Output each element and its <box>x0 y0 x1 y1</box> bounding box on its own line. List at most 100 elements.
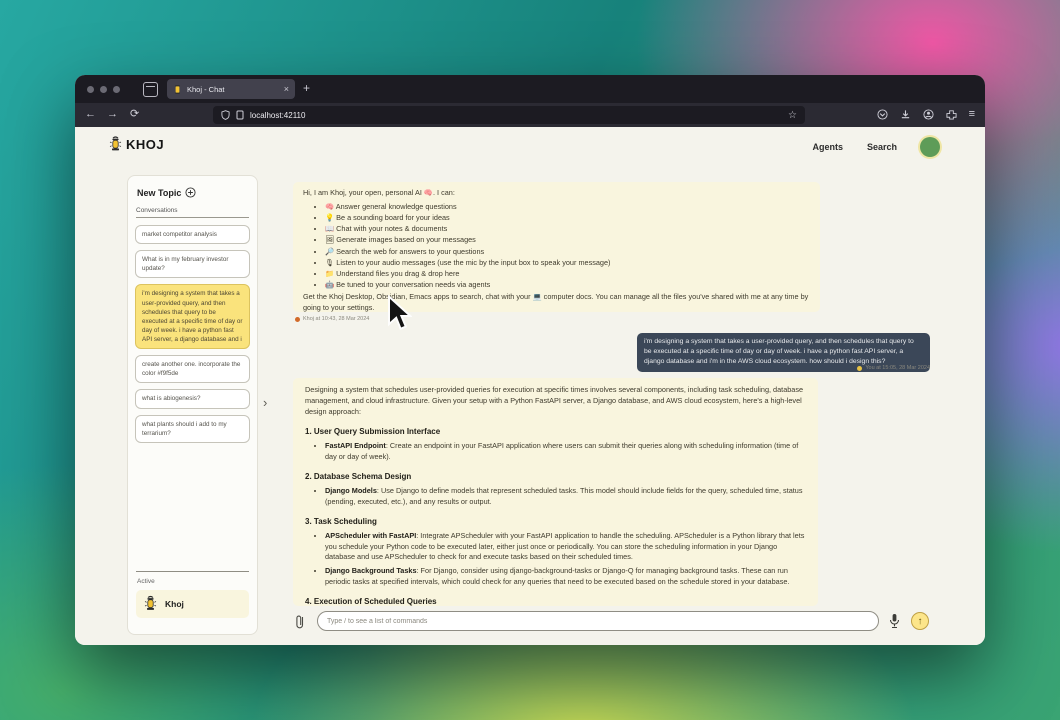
conversation-item[interactable]: what is abiogenesis? <box>135 389 250 408</box>
bullet-emoji-icon: 📖 <box>325 224 336 233</box>
chat-input[interactable] <box>317 611 879 631</box>
sidebar-collapse-chevron-icon[interactable]: › <box>263 395 267 410</box>
back-icon[interactable]: ← <box>85 107 96 122</box>
conversation-list: market competitor analysis What is in my … <box>135 225 250 443</box>
forward-icon[interactable]: → <box>107 107 118 122</box>
sidebar-divider <box>136 571 249 572</box>
welcome-bullet: 📖 Chat with your notes & documents <box>325 223 810 234</box>
khoj-welcome-message: Hi, I am Khoj, your open, personal AI 🧠.… <box>293 182 820 312</box>
conversations-label: Conversations <box>136 207 249 218</box>
response-bullet: APScheduler with FastAPI: Integrate APSc… <box>325 531 806 564</box>
welcome-bullet: 🎙 Listen to your audio messages (use the… <box>325 257 810 268</box>
new-tab-button[interactable]: + <box>303 81 310 95</box>
welcome-bullet-list: 🧠 Answer general knowledge questions💡 Be… <box>303 201 810 290</box>
tab-title: Khoj - Chat <box>187 85 279 94</box>
response-section-heading: 4. Execution of Scheduled Queries <box>305 597 806 606</box>
khoj-app: KHOJ Agents Search New Topic Conversatio… <box>75 127 985 645</box>
welcome-bullet: 💡 Be a sounding board for your ideas <box>325 212 810 223</box>
khoj-response-message: Designing a system that schedules user-p… <box>293 378 818 606</box>
user-sender-icon <box>857 366 862 371</box>
send-arrow-icon: ↑ <box>918 616 923 627</box>
response-bullet: Django Models: Use Django to define mode… <box>325 486 806 508</box>
pocket-icon[interactable] <box>877 109 888 120</box>
bullet-lead: Django Models <box>325 486 377 495</box>
bullet-text: Understand files you drag & drop here <box>336 269 459 278</box>
bullet-emoji-icon: 🧠 <box>325 202 336 211</box>
page-info-icon[interactable] <box>236 110 244 120</box>
toolbar-right-icons: ≡ <box>877 107 975 122</box>
downloads-icon[interactable] <box>900 109 911 120</box>
bullet-text: Search the web for answers to your quest… <box>336 247 484 256</box>
conversation-item[interactable]: What is in my february investor update? <box>135 250 250 278</box>
welcome-bullet: 📁 Understand files you drag & drop here <box>325 268 810 279</box>
conversation-item[interactable]: market competitor analysis <box>135 225 250 244</box>
sidebar: New Topic Conversations market competito… <box>127 175 258 635</box>
nav-search[interactable]: Search <box>867 142 897 152</box>
browser-window: Khoj - Chat × + ← → ⟳ localhost:42110 ☆ <box>75 75 985 645</box>
new-topic-button[interactable]: New Topic <box>137 187 250 198</box>
conversation-item[interactable]: what plants should i add to my terrarium… <box>135 415 250 443</box>
account-icon[interactable] <box>923 109 934 120</box>
browser-tab[interactable]: Khoj - Chat × <box>167 79 295 99</box>
welcome-bullet: 🔎 Search the web for answers to your que… <box>325 246 810 257</box>
response-section-heading: 3. Task Scheduling <box>305 517 806 526</box>
chat-input-bar: ↑ <box>293 611 933 633</box>
nav-agents[interactable]: Agents <box>812 142 843 152</box>
attach-file-icon[interactable] <box>295 614 305 630</box>
response-intro: Designing a system that schedules user-p… <box>305 385 806 418</box>
bullet-text: Listen to your audio messages (use the m… <box>336 258 610 267</box>
bullet-emoji-icon: 📁 <box>325 269 336 278</box>
active-agent[interactable]: Khoj <box>136 590 249 618</box>
mouse-cursor <box>386 295 412 331</box>
firefox-view-icon[interactable] <box>143 82 158 97</box>
response-bullet-list: FastAPI Endpoint: Create an endpoint in … <box>305 441 806 463</box>
response-section-heading: 1. User Query Submission Interface <box>305 427 806 436</box>
plus-circle-icon[interactable] <box>185 187 196 198</box>
bullet-lead: FastAPI Endpoint <box>325 441 386 450</box>
user-avatar[interactable] <box>920 137 940 157</box>
bookmark-star-icon[interactable]: ☆ <box>788 110 797 121</box>
khoj-sender-icon <box>295 317 300 322</box>
bullet-text: : Create an endpoint in your FastAPI app… <box>325 441 798 461</box>
mic-icon[interactable] <box>889 613 900 629</box>
bullet-emoji-icon: 🖼 <box>325 235 336 244</box>
browser-toolbar: ← → ⟳ localhost:42110 ☆ <box>75 103 985 127</box>
url-text[interactable]: localhost:42110 <box>250 111 782 120</box>
active-agent-name: Khoj <box>165 599 184 609</box>
response-bullet: FastAPI Endpoint: Create an endpoint in … <box>325 441 806 463</box>
bullet-text: Answer general knowledge questions <box>336 202 457 211</box>
bullet-emoji-icon: 💡 <box>325 213 336 222</box>
lantern-icon <box>109 136 122 153</box>
logo-text: KHOJ <box>126 137 164 152</box>
conversation-item[interactable]: i'm designing a system that takes a user… <box>135 284 250 349</box>
response-sections: 1. User Query Submission Interface FastAP… <box>305 427 806 606</box>
response-section-heading: 2. Database Schema Design <box>305 472 806 481</box>
bullet-text: Be a sounding board for your ideas <box>336 213 450 222</box>
conversation-item[interactable]: create another one. incorporate the colo… <box>135 355 250 383</box>
top-nav: Agents Search <box>812 142 897 152</box>
menu-icon[interactable]: ≡ <box>969 107 975 122</box>
response-bullet-list: Django Models: Use Django to define mode… <box>305 486 806 508</box>
welcome-bullet: 🖼 Generate images based on your messages <box>325 234 810 245</box>
window-controls[interactable] <box>87 86 120 93</box>
bullet-emoji-icon: 🤖 <box>325 280 336 289</box>
bullet-text: Be tuned to your conversation needs via … <box>336 280 490 289</box>
khoj-favicon-icon <box>173 84 182 95</box>
khoj-logo[interactable]: KHOJ <box>109 136 164 153</box>
shield-icon[interactable] <box>221 110 230 120</box>
bullet-emoji-icon: 🎙 <box>325 258 336 267</box>
welcome-bullet: 🧠 Answer general knowledge questions <box>325 201 810 212</box>
bullet-emoji-icon: 🔎 <box>325 247 336 256</box>
refresh-icon[interactable]: ⟳ <box>130 107 139 122</box>
bullet-text: Generate images based on your messages <box>336 235 476 244</box>
welcome-outro: Get the Khoj Desktop, Obsidian, Emacs ap… <box>303 292 810 312</box>
url-bar[interactable]: localhost:42110 ☆ <box>213 106 805 124</box>
user-message-timestamp: You at 15:05, 28 Mar 2024 <box>857 365 930 371</box>
extensions-icon[interactable] <box>946 109 957 120</box>
active-label: Active <box>137 578 155 585</box>
tab-close-icon[interactable]: × <box>284 85 289 94</box>
response-bullet-list: APScheduler with FastAPI: Integrate APSc… <box>305 531 806 589</box>
send-button[interactable]: ↑ <box>911 612 929 630</box>
browser-tab-bar: Khoj - Chat × + <box>75 75 985 103</box>
khoj-message-timestamp: Khoj at 10:43, 28 Mar 2024 <box>295 316 369 322</box>
